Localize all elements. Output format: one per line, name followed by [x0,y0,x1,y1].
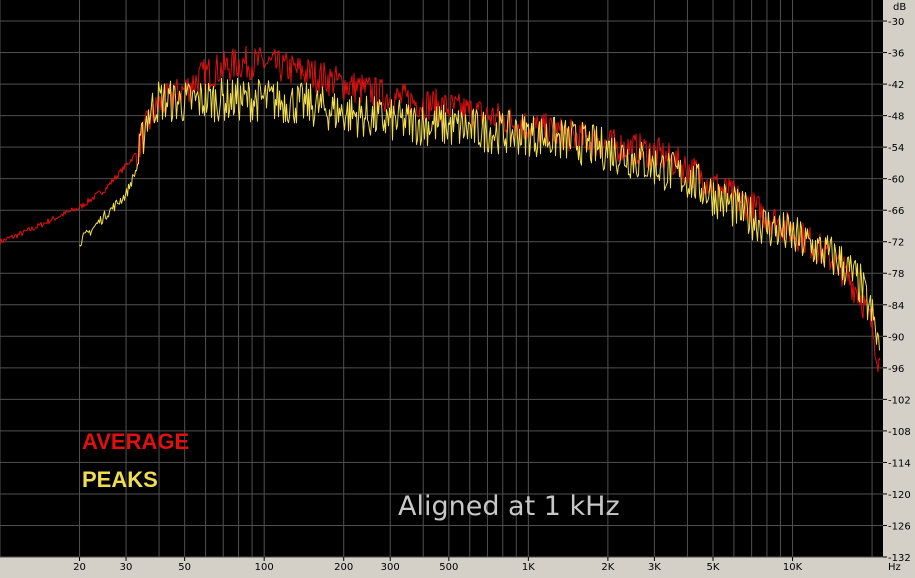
y-tick-label: -72 [888,238,904,249]
x-tick-label: 100 [255,562,274,573]
y-tick-label: -96 [888,364,904,375]
x-tick-label: 30 [120,562,133,573]
x-tick-label: 300 [381,562,400,573]
y-tick-label: -78 [888,269,904,280]
y-tick-label: -102 [888,395,911,406]
y-tick-label: -48 [888,112,904,123]
y-tick-label: -120 [888,490,911,501]
y-tick-label: -42 [888,80,904,91]
y-unit-label: dB [893,2,906,13]
x-tick-label: 2K [601,562,614,573]
y-tick-label: -90 [888,332,904,343]
y-tick-label: -30 [888,17,904,28]
y-tick-label: -84 [888,301,904,312]
y-axis-ticks: -30 -36 -42 -48 -54 -60 -66 -72 -78 -84 -90 -96 -102… [883,17,911,564]
x-tick-label: 10K [783,562,803,573]
y-tick-label: -60 [888,175,904,186]
x-tick-label: 1K [522,562,535,573]
x-tick-label: 500 [439,562,458,573]
y-tick-label: -108 [888,427,911,438]
x-tick-label: 20 [73,562,86,573]
y-tick-label: -114 [888,458,911,469]
y-tick-label: -66 [888,206,904,217]
x-unit-label: Hz [888,562,901,573]
spectrum-chart: -30 -36 -42 -48 -54 -60 -66 -72 -78 -84 -90 -96 -102… [0,0,911,573]
x-tick-label: 200 [334,562,353,573]
y-tick-label: -126 [888,521,911,532]
y-tick-label: -36 [888,49,904,60]
x-tick-label: 5K [707,562,720,573]
legend-item-average: AVERAGE [82,429,189,454]
x-tick-label: 50 [178,562,191,573]
legend-item-peaks: PEAKS [82,467,158,492]
x-axis-ticks: 20 30 50 100 200 300 500 1K 2K 3K 5K 10K [73,557,803,573]
annotation-text: Aligned at 1 kHz [398,491,620,522]
y-tick-label: -54 [888,143,904,154]
x-tick-label: 3K [648,562,661,573]
